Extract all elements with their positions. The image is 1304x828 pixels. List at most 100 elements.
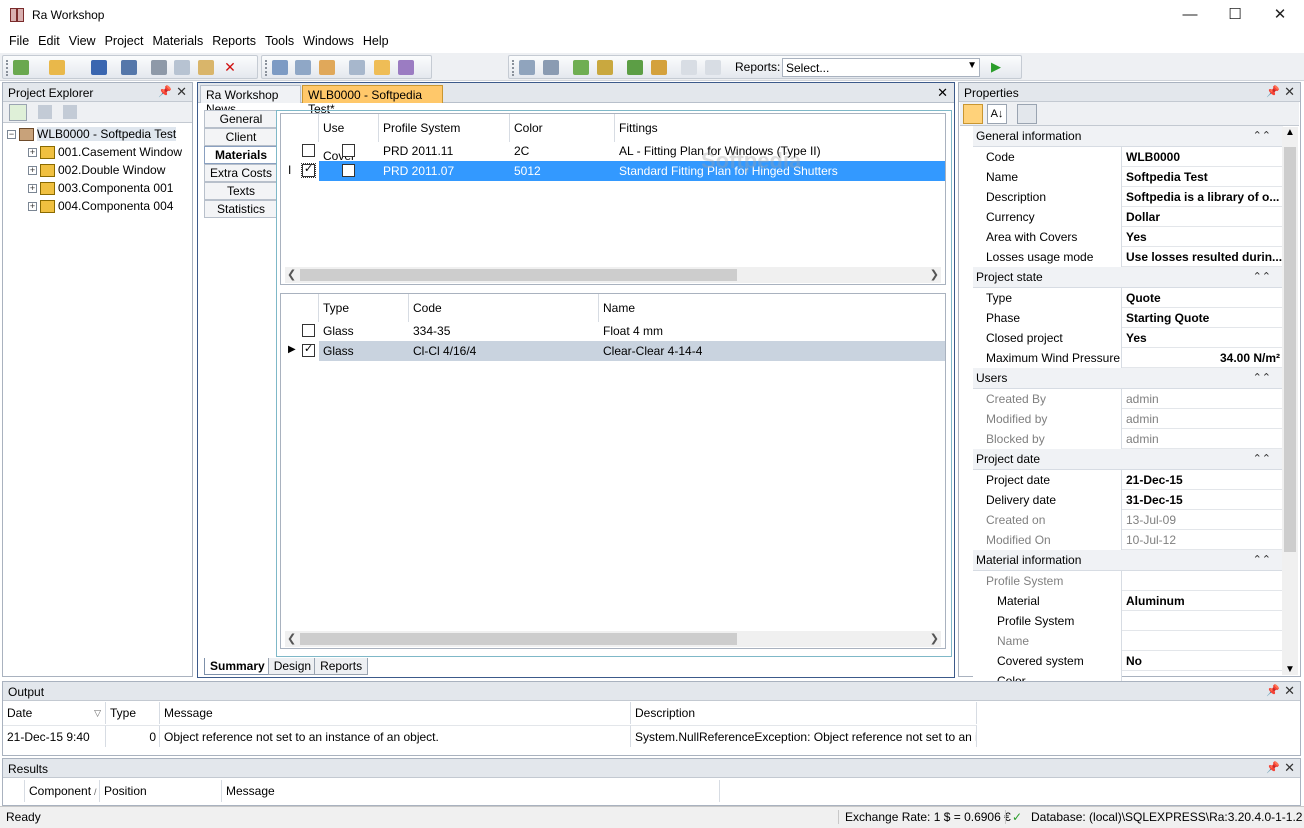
- expand-icon[interactable]: +: [28, 184, 37, 194]
- scroll-thumb[interactable]: [1284, 147, 1296, 552]
- col-fittings[interactable]: Fittings: [615, 114, 945, 142]
- property-value[interactable]: Dollar: [1123, 207, 1283, 227]
- list-view-icon[interactable]: [38, 105, 52, 119]
- pin-icon[interactable]: 📌: [1266, 85, 1280, 98]
- collapse-chevron-icon[interactable]: ⌃⌃: [1253, 368, 1271, 389]
- property-category[interactable]: Project state ⌃⌃: [973, 267, 1283, 288]
- save-icon[interactable]: [91, 60, 107, 75]
- side-tab-extra-costs[interactable]: Extra Costs: [204, 164, 277, 182]
- col-position[interactable]: Position: [100, 780, 222, 802]
- property-value[interactable]: 21-Dec-15: [1123, 470, 1283, 490]
- scroll-up-icon[interactable]: ▲: [1285, 127, 1295, 138]
- tree-node-root[interactable]: − WLB0000 - Softpedia Test: [7, 125, 182, 143]
- add-item-icon[interactable]: [573, 60, 589, 75]
- property-row[interactable]: Material Aluminum: [973, 591, 1283, 611]
- sort-alphabetical-icon[interactable]: A↓: [987, 104, 1007, 124]
- tree-view-icon[interactable]: [63, 105, 77, 119]
- property-row[interactable]: ⊟ Profile System: [973, 571, 1283, 591]
- menu-view[interactable]: View: [65, 31, 100, 48]
- toolbar-grip[interactable]: [265, 60, 268, 76]
- property-value[interactable]: 10-Jul-12: [1123, 530, 1283, 550]
- property-row[interactable]: Modified On 10-Jul-12: [973, 530, 1283, 550]
- side-tab-client[interactable]: Client: [204, 128, 277, 146]
- close-panel-icon[interactable]: ✕: [176, 84, 187, 100]
- use-cover-checkbox[interactable]: [342, 144, 355, 157]
- col-code[interactable]: Code: [409, 294, 599, 322]
- grid-col-select[interactable]: [281, 114, 319, 142]
- property-value[interactable]: Use losses resulted durin...: [1123, 247, 1283, 267]
- menu-file[interactable]: File: [5, 31, 33, 48]
- document-icon[interactable]: [349, 60, 365, 75]
- menu-project[interactable]: Project: [101, 31, 148, 48]
- disabled-tool-icon-2[interactable]: [705, 60, 721, 75]
- toolbar-grip[interactable]: [512, 60, 515, 76]
- property-value[interactable]: 13-Jul-09: [1123, 510, 1283, 530]
- property-row[interactable]: Profile System: [973, 611, 1283, 631]
- col-component[interactable]: Component /: [25, 780, 100, 802]
- property-value[interactable]: Yes: [1123, 328, 1283, 348]
- property-row[interactable]: Blocked by admin: [973, 429, 1283, 449]
- collapse-chevron-icon[interactable]: ⌃⌃: [1253, 449, 1271, 470]
- col-type[interactable]: Type: [319, 294, 409, 322]
- property-value[interactable]: Starting Quote: [1123, 308, 1283, 328]
- tree-node-item[interactable]: +002.Double Window: [7, 161, 182, 179]
- property-value[interactable]: No: [1123, 651, 1283, 671]
- property-category[interactable]: Users ⌃⌃: [973, 368, 1283, 389]
- menu-tools[interactable]: Tools: [261, 31, 298, 48]
- minimize-button[interactable]: —: [1167, 4, 1213, 28]
- scroll-left-icon[interactable]: ❮: [287, 268, 296, 281]
- reports-select[interactable]: Select... ▼: [782, 58, 980, 77]
- col-use-cover[interactable]: Use Cover: [319, 114, 379, 163]
- add-component-icon[interactable]: [597, 60, 613, 75]
- categorized-icon[interactable]: [963, 104, 983, 124]
- scroll-right-icon[interactable]: ❯: [930, 632, 939, 645]
- row-select-checkbox-checked[interactable]: [302, 342, 315, 357]
- tree-node-item[interactable]: +001.Casement Window: [7, 143, 182, 161]
- property-row[interactable]: Covered system No: [973, 651, 1283, 671]
- pin-icon[interactable]: 📌: [1266, 761, 1280, 774]
- property-row[interactable]: Type Quote: [973, 288, 1283, 308]
- col-name[interactable]: Name: [599, 294, 945, 322]
- horizontal-scrollbar[interactable]: ❮ ❯: [285, 267, 941, 283]
- horizontal-scrollbar[interactable]: ❮ ❯: [285, 631, 941, 647]
- list-icon[interactable]: [295, 60, 311, 75]
- tab-ra-workshop-news[interactable]: Ra Workshop News: [200, 85, 301, 116]
- pin-icon[interactable]: 📌: [1266, 684, 1280, 697]
- scroll-left-icon[interactable]: ❮: [287, 632, 296, 645]
- copy-icon[interactable]: [174, 60, 190, 75]
- calculate-icon[interactable]: [519, 60, 535, 75]
- scroll-thumb[interactable]: [300, 269, 737, 281]
- property-value[interactable]: 34.00 N/m²: [1123, 348, 1283, 368]
- col-description[interactable]: Description: [631, 702, 977, 724]
- property-row[interactable]: Name Softpedia Test: [973, 167, 1283, 187]
- side-tab-general[interactable]: General: [204, 110, 277, 128]
- col-message[interactable]: Message: [222, 780, 720, 802]
- expand-icon[interactable]: +: [28, 166, 37, 176]
- row-select-checkbox-checked[interactable]: [301, 162, 316, 178]
- new-project-icon[interactable]: [13, 60, 29, 75]
- property-value[interactable]: admin: [1123, 429, 1283, 449]
- vertical-scrollbar[interactable]: ▲ ▼: [1282, 127, 1298, 675]
- scroll-right-icon[interactable]: ❯: [930, 268, 939, 281]
- property-value[interactable]: WLB0000: [1123, 147, 1283, 167]
- property-row[interactable]: Name: [973, 631, 1283, 651]
- refresh-icon[interactable]: [9, 104, 27, 121]
- expand-icon[interactable]: +: [28, 202, 37, 212]
- row-select-checkbox[interactable]: [302, 144, 315, 157]
- tab-reports[interactable]: Reports: [314, 658, 369, 675]
- tab-design[interactable]: Design: [267, 658, 318, 675]
- print-icon[interactable]: [398, 60, 414, 75]
- close-tab-icon[interactable]: ✕: [937, 85, 948, 101]
- property-row[interactable]: Closed project Yes: [973, 328, 1283, 348]
- tab-summary[interactable]: Summary: [204, 658, 271, 675]
- property-row[interactable]: Currency Dollar: [973, 207, 1283, 227]
- collapse-icon[interactable]: −: [7, 130, 16, 140]
- property-value[interactable]: Aluminum: [1123, 591, 1283, 611]
- menu-windows[interactable]: Windows: [299, 31, 358, 48]
- property-row[interactable]: Created By admin: [973, 389, 1283, 409]
- property-row[interactable]: Description Softpedia is a library of o..…: [973, 187, 1283, 207]
- property-value[interactable]: admin: [1123, 409, 1283, 429]
- collapse-chevron-icon[interactable]: ⌃⌃: [1253, 267, 1271, 288]
- collapse-chevron-icon[interactable]: ⌃⌃: [1253, 550, 1271, 571]
- save-all-icon[interactable]: [121, 60, 137, 75]
